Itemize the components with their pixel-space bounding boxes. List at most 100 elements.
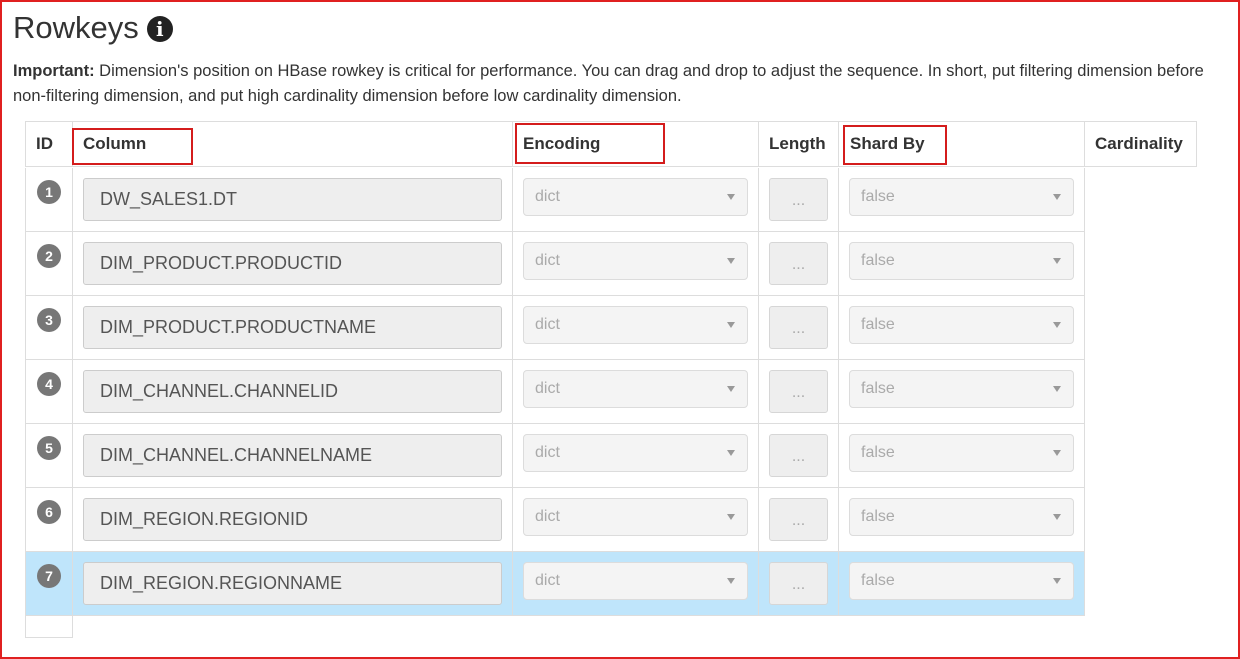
- chevron-down-icon: [727, 194, 735, 200]
- length-cell: ...: [758, 424, 839, 488]
- chevron-down-icon: [727, 450, 735, 456]
- chevron-down-icon: [1053, 322, 1061, 328]
- table-row[interactable]: 4 DIM_CHANNEL.CHANNELID dict... false: [25, 360, 1085, 424]
- length-button[interactable]: ...: [769, 178, 828, 221]
- encoding-cell: dict: [512, 424, 759, 488]
- encoding-cell: dict: [512, 168, 759, 232]
- id-cell: 6: [25, 488, 73, 552]
- row-number-badge[interactable]: 6: [37, 500, 61, 524]
- id-cell: 4: [25, 360, 73, 424]
- shard-by-select[interactable]: false: [849, 434, 1074, 472]
- encoding-select[interactable]: dict: [523, 434, 748, 472]
- row-number-badge[interactable]: 4: [37, 372, 61, 396]
- chevron-down-icon: [727, 514, 735, 520]
- shard-by-select[interactable]: false: [849, 370, 1074, 408]
- info-icon[interactable]: i: [146, 16, 173, 42]
- id-cell: 7: [25, 552, 73, 616]
- important-note: Important: Dimension's position on HBase…: [13, 59, 1228, 109]
- shard-by-value: false: [861, 188, 895, 205]
- encoding-select[interactable]: dict: [523, 562, 748, 600]
- encoding-select[interactable]: dict: [523, 370, 748, 408]
- column-cell: DIM_REGION.REGIONID: [72, 488, 513, 552]
- column-cell: DIM_PRODUCT.PRODUCTNAME: [72, 296, 513, 360]
- shard-by-value: false: [861, 444, 895, 461]
- shard-by-select[interactable]: false: [849, 178, 1074, 216]
- column-name-field[interactable]: DIM_PRODUCT.PRODUCTID: [83, 242, 502, 285]
- encoding-value: dict: [535, 508, 560, 525]
- encoding-select[interactable]: dict: [523, 242, 748, 280]
- length-cell: ...: [758, 296, 839, 360]
- chevron-down-icon: [1053, 514, 1061, 520]
- encoding-select[interactable]: dict: [523, 498, 748, 536]
- table-row[interactable]: 5 DIM_CHANNEL.CHANNELNAME dict... false: [25, 424, 1085, 488]
- row-number-badge[interactable]: 1: [37, 180, 61, 204]
- header-length[interactable]: Length: [758, 121, 839, 167]
- chevron-down-icon: [727, 258, 735, 264]
- column-cell: DIM_CHANNEL.CHANNELID: [72, 360, 513, 424]
- row-number-badge[interactable]: 7: [37, 564, 61, 588]
- chevron-down-icon: [1053, 258, 1061, 264]
- row-number-badge[interactable]: 5: [37, 436, 61, 460]
- length-cell: ...: [758, 168, 839, 232]
- shard-by-select[interactable]: false: [849, 306, 1074, 344]
- length-button[interactable]: ...: [769, 370, 828, 413]
- column-cell: DIM_PRODUCT.PRODUCTID: [72, 232, 513, 296]
- header-id: ID: [25, 121, 73, 167]
- shard-by-cell: false: [838, 360, 1085, 424]
- table-row[interactable]: 3 DIM_PRODUCT.PRODUCTNAME dict... false: [25, 296, 1085, 360]
- encoding-cell: dict: [512, 232, 759, 296]
- column-name-field[interactable]: DIM_CHANNEL.CHANNELID: [83, 370, 502, 413]
- shard-by-select[interactable]: false: [849, 498, 1074, 536]
- page-title: Rowkeys i: [13, 10, 173, 46]
- encoding-select[interactable]: dict: [523, 178, 748, 216]
- id-cell: 5: [25, 424, 73, 488]
- length-cell: ...: [758, 232, 839, 296]
- header-encoding[interactable]: Encoding: [512, 121, 759, 167]
- shard-by-cell: false: [838, 488, 1085, 552]
- header-shard-by[interactable]: Shard By: [838, 121, 1085, 167]
- header-column[interactable]: Column: [72, 121, 513, 167]
- encoding-cell: dict: [512, 552, 759, 616]
- column-name-field[interactable]: DIM_REGION.REGIONID: [83, 498, 502, 541]
- row-number-badge[interactable]: 2: [37, 244, 61, 268]
- length-button[interactable]: ...: [769, 434, 828, 477]
- encoding-value: dict: [535, 316, 560, 333]
- chevron-down-icon: [1053, 194, 1061, 200]
- length-button[interactable]: ...: [769, 498, 828, 541]
- header-cardinality[interactable]: Cardinality: [1084, 121, 1197, 167]
- chevron-down-icon: [1053, 450, 1061, 456]
- table-row[interactable]: 7 DIM_REGION.REGIONNAME dict... false: [25, 552, 1085, 616]
- length-cell: ...: [758, 488, 839, 552]
- length-button[interactable]: ...: [769, 242, 828, 285]
- page-title-text: Rowkeys: [13, 10, 139, 45]
- column-cell: DIM_REGION.REGIONNAME: [72, 552, 513, 616]
- column-name-field[interactable]: DIM_CHANNEL.CHANNELNAME: [83, 434, 502, 477]
- length-cell: ...: [758, 360, 839, 424]
- table-footer-cell: [25, 616, 73, 638]
- row-number-badge[interactable]: 3: [37, 308, 61, 332]
- table-header: ID Column Encoding Length Shard By Cardi…: [25, 121, 1197, 168]
- encoding-value: dict: [535, 572, 560, 589]
- encoding-cell: dict: [512, 360, 759, 424]
- shard-by-value: false: [861, 252, 895, 269]
- id-cell: 1: [25, 168, 73, 232]
- encoding-select[interactable]: dict: [523, 306, 748, 344]
- length-button[interactable]: ...: [769, 562, 828, 605]
- shard-by-select[interactable]: false: [849, 562, 1074, 600]
- column-name-field[interactable]: DIM_REGION.REGIONNAME: [83, 562, 502, 605]
- table-row[interactable]: 1 DW_SALES1.DT dict... false: [25, 168, 1085, 232]
- shard-by-cell: false: [838, 296, 1085, 360]
- column-cell: DIM_CHANNEL.CHANNELNAME: [72, 424, 513, 488]
- table-row[interactable]: 2 DIM_PRODUCT.PRODUCTID dict... false: [25, 232, 1085, 296]
- shard-by-cell: false: [838, 168, 1085, 232]
- length-button[interactable]: ...: [769, 306, 828, 349]
- column-name-field[interactable]: DIM_PRODUCT.PRODUCTNAME: [83, 306, 502, 349]
- column-name-field[interactable]: DW_SALES1.DT: [83, 178, 502, 221]
- encoding-cell: dict: [512, 296, 759, 360]
- chevron-down-icon: [727, 386, 735, 392]
- table-row[interactable]: 6 DIM_REGION.REGIONID dict... false: [25, 488, 1085, 552]
- encoding-value: dict: [535, 188, 560, 205]
- shard-by-select[interactable]: false: [849, 242, 1074, 280]
- shard-by-value: false: [861, 508, 895, 525]
- id-cell: 3: [25, 296, 73, 360]
